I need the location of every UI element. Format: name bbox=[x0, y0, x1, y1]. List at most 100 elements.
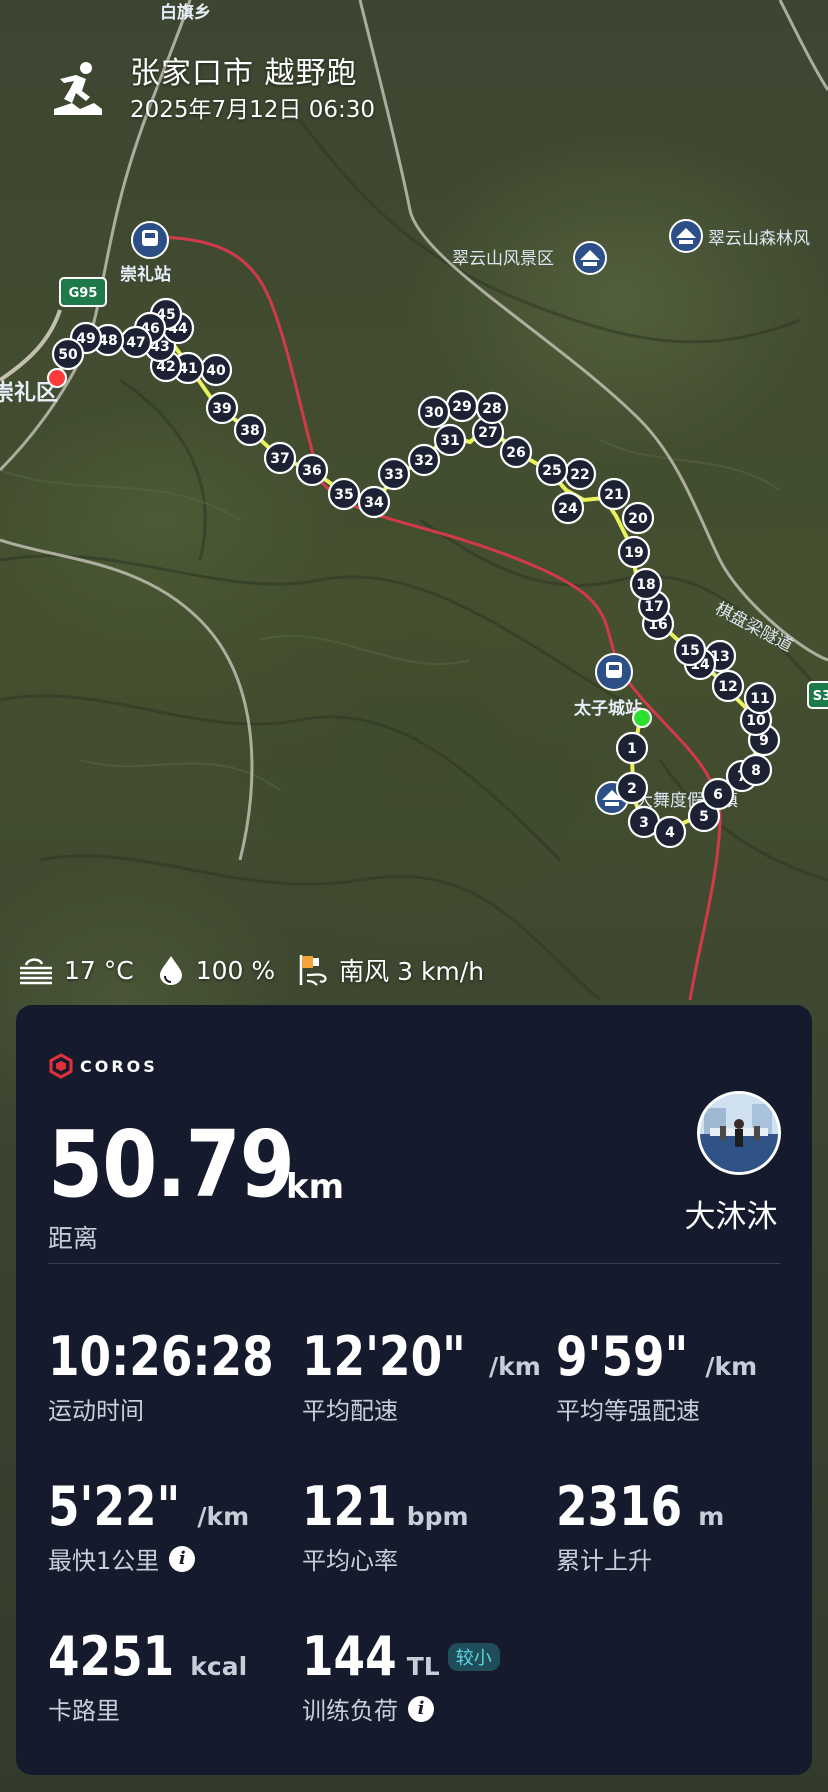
brand-name: COROS bbox=[80, 1056, 158, 1076]
km-marker-label: 50 bbox=[58, 347, 78, 363]
km-marker-label: 34 bbox=[364, 495, 384, 511]
km-marker[interactable]: 35 bbox=[327, 477, 361, 511]
km-marker-label: 22 bbox=[570, 467, 589, 483]
km-marker[interactable]: 20 bbox=[621, 501, 655, 535]
km-marker[interactable]: 2 bbox=[615, 771, 649, 805]
km-marker-label: 19 bbox=[624, 545, 643, 561]
km-marker[interactable]: 32 bbox=[407, 443, 441, 477]
km-marker[interactable]: 50 bbox=[51, 337, 85, 371]
end-point[interactable] bbox=[47, 368, 67, 388]
stat-label: 运动时间 bbox=[48, 1397, 144, 1425]
stat-label: 平均配速 bbox=[302, 1397, 398, 1425]
place-label-cuiyun-forest: 翠云山森林风 bbox=[708, 229, 810, 249]
km-marker[interactable]: 1 bbox=[615, 731, 649, 765]
stat-avg-pace: 12'20" /km 平均配速 bbox=[302, 1327, 541, 1426]
svg-text:S3: S3 bbox=[813, 689, 828, 704]
avatar-photo bbox=[700, 1094, 778, 1172]
km-marker[interactable]: 18 bbox=[629, 567, 663, 601]
weather-wind: 南风 3 km/h bbox=[297, 952, 484, 988]
km-marker-label: 47 bbox=[126, 335, 145, 351]
stat-moving-time: 10:26:28 运动时间 bbox=[48, 1327, 317, 1426]
activity-header: 张家口市 越野跑 2025年7月12日 06:30 bbox=[50, 55, 375, 125]
avatar[interactable] bbox=[697, 1091, 781, 1175]
km-marker[interactable]: 21 bbox=[597, 477, 631, 511]
training-load-badge: 较小 bbox=[447, 1643, 500, 1671]
weather-bar: 17 °C 100 % 南风 3 km/h bbox=[18, 952, 506, 988]
km-marker-label: 4 bbox=[665, 825, 675, 841]
start-point[interactable] bbox=[632, 708, 652, 728]
km-marker[interactable]: 4 bbox=[653, 815, 687, 849]
km-marker[interactable]: 38 bbox=[233, 413, 267, 447]
wind-value: 南风 3 km/h bbox=[339, 957, 485, 986]
km-marker[interactable]: 28 bbox=[475, 391, 509, 425]
km-marker[interactable]: 31 bbox=[433, 423, 467, 457]
km-marker[interactable]: 19 bbox=[617, 535, 651, 569]
coros-logo-icon bbox=[49, 1053, 73, 1079]
km-marker-label: 15 bbox=[680, 643, 699, 659]
stat-unit: m bbox=[698, 1502, 725, 1531]
scenic-spot-icon[interactable] bbox=[669, 219, 703, 253]
km-marker-label: 31 bbox=[440, 433, 459, 449]
km-marker[interactable]: 22 bbox=[563, 457, 597, 491]
distance-label: 距离 bbox=[48, 1224, 99, 1253]
wind-flag-icon bbox=[299, 955, 327, 986]
km-marker-label: 40 bbox=[206, 363, 226, 379]
railway-line bbox=[149, 235, 722, 1001]
brand-logo: COROS bbox=[48, 1053, 158, 1079]
km-marker[interactable]: 30 bbox=[417, 395, 451, 429]
stat-label: 累计上升 bbox=[556, 1547, 652, 1575]
stat-value: 144 bbox=[302, 1625, 397, 1688]
km-marker-label: 5 bbox=[699, 809, 709, 825]
km-marker[interactable]: 33 bbox=[377, 457, 411, 491]
km-marker-label: 33 bbox=[384, 467, 403, 483]
km-marker[interactable]: 34 bbox=[357, 485, 391, 519]
km-marker-label: 29 bbox=[452, 399, 471, 415]
km-marker-label: 37 bbox=[270, 451, 289, 467]
stat-unit: bpm bbox=[406, 1502, 469, 1531]
stat-unit: /km bbox=[488, 1352, 541, 1381]
stat-value: 10:26:28 bbox=[48, 1325, 274, 1388]
stat-value: 121 bbox=[302, 1475, 397, 1538]
km-marker[interactable]: 24 bbox=[551, 491, 585, 525]
svg-text:G95: G95 bbox=[69, 286, 98, 301]
stat-unit: /km bbox=[197, 1502, 250, 1531]
km-marker-label: 30 bbox=[424, 405, 444, 421]
km-marker-label: 18 bbox=[636, 577, 655, 593]
km-marker[interactable]: 11 bbox=[743, 681, 777, 715]
km-marker[interactable]: 39 bbox=[205, 391, 239, 425]
place-label-baiqi: 白旗乡 bbox=[160, 2, 211, 23]
weather-temperature: 17 °C bbox=[18, 955, 134, 985]
km-marker[interactable]: 12 bbox=[711, 669, 745, 703]
km-marker[interactable]: 25 bbox=[535, 453, 569, 487]
fog-icon bbox=[20, 958, 52, 985]
info-icon[interactable]: i bbox=[408, 1695, 434, 1722]
stat-label: 训练负荷 i bbox=[302, 1691, 500, 1726]
train-station-icon[interactable] bbox=[131, 221, 169, 259]
km-marker-label: 20 bbox=[628, 511, 648, 527]
stat-unit: kcal bbox=[190, 1652, 248, 1681]
info-icon[interactable]: i bbox=[169, 1545, 196, 1572]
stat-training-load: 144 TL 较小 训练负荷 i bbox=[302, 1627, 500, 1726]
km-marker[interactable]: 36 bbox=[295, 453, 329, 487]
km-marker-label: 35 bbox=[334, 487, 353, 503]
km-marker[interactable]: 15 bbox=[673, 633, 707, 667]
km-marker-label: 12 bbox=[718, 679, 737, 695]
km-marker[interactable]: 29 bbox=[445, 389, 479, 423]
km-marker[interactable]: 8 bbox=[739, 753, 773, 787]
km-marker[interactable]: 47 bbox=[119, 325, 153, 359]
km-marker[interactable]: 26 bbox=[499, 435, 533, 469]
stat-elevation-gain: 2316 m 累计上升 bbox=[556, 1477, 724, 1576]
stat-avg-grade-adjusted-pace: 9'59" /km 平均等强配速 bbox=[556, 1327, 757, 1426]
stat-avg-heart-rate: 121 bpm 平均心率 bbox=[302, 1477, 469, 1576]
place-label-cuiyun-scenic: 翠云山风景区 bbox=[452, 249, 554, 269]
stat-unit: TL bbox=[406, 1652, 440, 1681]
scenic-spot-icon[interactable] bbox=[573, 241, 607, 275]
stat-label: 卡路里 bbox=[48, 1697, 120, 1725]
train-station-icon[interactable] bbox=[595, 653, 633, 691]
km-marker[interactable]: 40 bbox=[199, 353, 233, 387]
humidity-value: 100 % bbox=[195, 955, 276, 985]
km-marker-label: 27 bbox=[478, 425, 497, 441]
km-marker[interactable]: 37 bbox=[263, 441, 297, 475]
km-marker-label: 26 bbox=[506, 445, 525, 461]
stat-fastest-km: 5'22" /km 最快1公里 i bbox=[48, 1477, 249, 1576]
